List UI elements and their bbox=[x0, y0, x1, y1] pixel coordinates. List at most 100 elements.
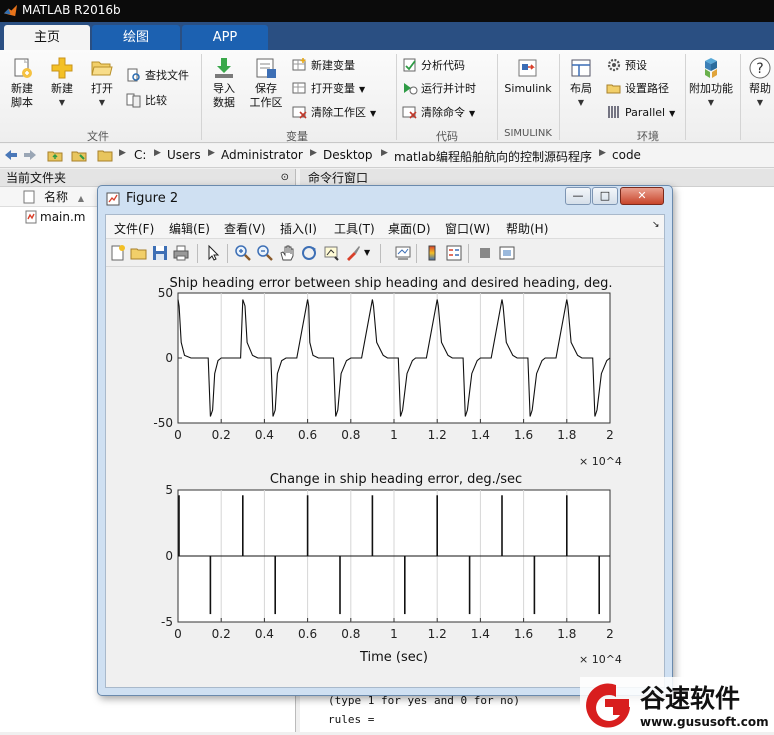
set-path-button[interactable]: 设置路径 bbox=[606, 79, 669, 99]
breadcrumb-item[interactable]: code bbox=[612, 148, 641, 162]
run-and-time-label: 运行并计时 bbox=[421, 82, 476, 95]
svg-text:?: ? bbox=[756, 61, 763, 77]
menu-window[interactable]: 窗口(W) bbox=[445, 220, 490, 237]
data-cursor-icon[interactable] bbox=[322, 244, 340, 262]
new-figure-icon[interactable] bbox=[109, 244, 127, 262]
browse-folder-icon[interactable] bbox=[71, 147, 87, 163]
chevron-right-icon: ▶ bbox=[310, 148, 317, 158]
back-arrow-icon[interactable] bbox=[3, 147, 19, 163]
close-button[interactable]: ✕ bbox=[620, 187, 664, 205]
link-plot-icon[interactable] bbox=[394, 244, 412, 262]
help-button[interactable]: ? 帮助 ▼ bbox=[745, 56, 774, 110]
x-tick-label: 2 bbox=[606, 627, 614, 641]
figure-plot-area[interactable]: Ship heading error between ship heading … bbox=[106, 268, 664, 687]
run-and-time-button[interactable]: 运行并计时 bbox=[402, 79, 476, 99]
pan-hand-icon[interactable] bbox=[278, 244, 296, 262]
app-titlebar: MATLAB R2016b bbox=[0, 0, 774, 22]
column-name-label: 名称 bbox=[44, 190, 69, 204]
layout-icon bbox=[571, 59, 591, 77]
save-icon[interactable] bbox=[151, 244, 169, 262]
toolbar-divider bbox=[468, 244, 469, 263]
chevron-right-icon: ▶ bbox=[381, 148, 388, 158]
x-tick-label: 1.6 bbox=[514, 627, 533, 641]
folder-icon bbox=[97, 150, 113, 162]
layout-button[interactable]: 布局 ▼ bbox=[563, 56, 599, 110]
new-variable-button[interactable]: 新建变量 bbox=[292, 56, 355, 76]
addons-button[interactable]: 附加功能 ▼ bbox=[688, 56, 734, 110]
simulink-icon bbox=[518, 59, 537, 77]
ribbon-tabstrip: 主页 绘图 APP bbox=[0, 22, 774, 50]
breadcrumb-item[interactable]: Administrator bbox=[221, 148, 303, 162]
axes1-title: Ship heading error between ship heading … bbox=[170, 276, 613, 291]
select-pointer-icon[interactable] bbox=[204, 244, 222, 262]
legend-icon[interactable] bbox=[445, 244, 463, 262]
x-tick-label: 1.8 bbox=[557, 428, 576, 442]
print-icon[interactable] bbox=[172, 244, 190, 262]
open-file-icon[interactable] bbox=[130, 244, 148, 262]
save-workspace-button[interactable]: 保存 工作区 bbox=[246, 56, 286, 110]
breadcrumb-item[interactable]: matlab编程船舶航向的控制源码程序 bbox=[394, 148, 592, 165]
menu-file[interactable]: 文件(F) bbox=[114, 220, 154, 237]
colorbar-icon[interactable] bbox=[423, 244, 441, 262]
import-data-button[interactable]: 导入 数据 bbox=[206, 56, 242, 110]
figure-window[interactable]: Figure 2 — □ ✕ 文件(F) 编辑(E) 查看(V) 插入(I) 工… bbox=[97, 185, 673, 696]
parallel-button[interactable]: Parallel ▼ bbox=[606, 103, 675, 123]
maximize-button[interactable]: □ bbox=[592, 187, 618, 205]
section-simulink-label: SIMULINK bbox=[504, 128, 552, 139]
watermark-brand: 谷速软件 bbox=[640, 684, 741, 713]
compare-button[interactable]: 比较 bbox=[126, 91, 167, 111]
open-button[interactable]: 打开 ▼ bbox=[84, 56, 120, 110]
new-button[interactable]: 新建 ▼ bbox=[44, 56, 80, 110]
new-variable-icon bbox=[292, 58, 306, 71]
clear-workspace-button[interactable]: 清除工作区 ▼ bbox=[292, 103, 376, 123]
up-folder-icon[interactable] bbox=[47, 147, 63, 163]
folder-open-icon bbox=[91, 61, 113, 76]
x-tick-label: 0 bbox=[174, 428, 182, 442]
menu-help[interactable]: 帮助(H) bbox=[506, 220, 548, 237]
chevron-right-icon: ▶ bbox=[154, 148, 161, 158]
address-bar: ▶ C: ▶ Users ▶ Administrator ▶ Desktop ▶… bbox=[0, 144, 774, 168]
zoom-in-icon[interactable] bbox=[234, 244, 252, 262]
simulink-button[interactable]: Simulink bbox=[502, 56, 554, 96]
open-variable-button[interactable]: 打开变量 ▼ bbox=[292, 79, 365, 99]
tab-plots[interactable]: 绘图 bbox=[92, 25, 180, 50]
analyze-code-button[interactable]: 分析代码 bbox=[402, 56, 465, 76]
figure-titlebar[interactable]: Figure 2 — □ ✕ bbox=[98, 186, 672, 212]
x-tick-label: 0.2 bbox=[212, 627, 231, 641]
find-files-button[interactable]: 查找文件 bbox=[126, 66, 189, 86]
minimize-button[interactable]: — bbox=[565, 187, 591, 205]
tab-home[interactable]: 主页 bbox=[4, 25, 90, 50]
ribbon-divider bbox=[685, 54, 686, 140]
new-variable-label: 新建变量 bbox=[311, 59, 355, 72]
menu-tools[interactable]: 工具(T) bbox=[334, 220, 375, 237]
new-script-button[interactable]: 新建 脚本 bbox=[4, 56, 40, 110]
find-files-icon bbox=[127, 68, 140, 82]
toolbar-divider bbox=[416, 244, 417, 263]
axes1-x-multiplier: × 10^4 bbox=[579, 455, 622, 468]
zoom-out-icon[interactable] bbox=[256, 244, 274, 262]
menu-desktop[interactable]: 桌面(D) bbox=[388, 220, 431, 237]
x-tick-label: 1.2 bbox=[428, 627, 447, 641]
command-output-line: rules = bbox=[328, 713, 375, 726]
hide-plot-tools-icon[interactable] bbox=[476, 244, 494, 262]
menu-insert[interactable]: 插入(I) bbox=[280, 220, 317, 237]
menu-edit[interactable]: 编辑(E) bbox=[169, 220, 210, 237]
import-data-label: 导入 数据 bbox=[213, 82, 235, 109]
chevron-down-icon: ▼ bbox=[359, 85, 366, 94]
brush-icon[interactable] bbox=[344, 244, 362, 262]
forward-arrow-icon[interactable] bbox=[22, 147, 38, 163]
show-plot-tools-icon[interactable] bbox=[498, 244, 516, 262]
rotate-3d-icon[interactable] bbox=[300, 244, 318, 262]
tab-apps[interactable]: APP bbox=[182, 25, 268, 50]
file-icon bbox=[23, 190, 35, 204]
toolbar-divider bbox=[380, 244, 381, 263]
clear-commands-button[interactable]: 清除命令 ▼ bbox=[402, 103, 475, 123]
breadcrumb-item[interactable]: Desktop bbox=[323, 148, 373, 162]
preferences-button[interactable]: 预设 bbox=[606, 56, 647, 76]
menu-view[interactable]: 查看(V) bbox=[224, 220, 266, 237]
breadcrumb-item[interactable]: C: bbox=[134, 148, 146, 162]
dock-arrow-icon[interactable]: ↘ bbox=[652, 220, 660, 230]
breadcrumb-item[interactable]: Users bbox=[167, 148, 201, 162]
x-tick-label: 1 bbox=[390, 627, 398, 641]
run-time-icon bbox=[404, 83, 418, 95]
